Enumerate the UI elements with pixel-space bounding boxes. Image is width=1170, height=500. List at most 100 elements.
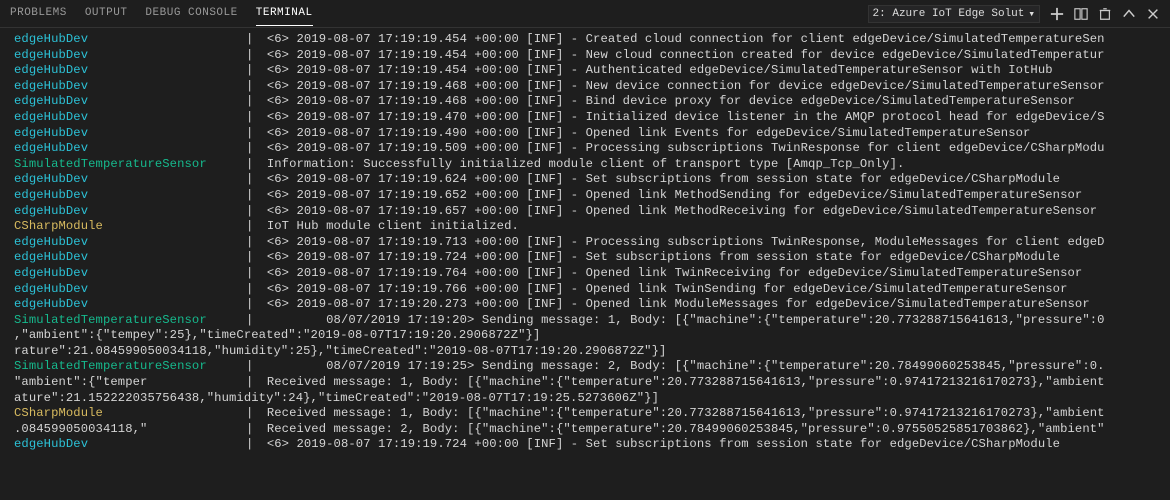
- terminal-line: edgeHubDev| <6> 2019-08-07 17:19:19.624 …: [14, 172, 1156, 188]
- log-message: <6> 2019-08-07 17:19:19.490 +00:00 [INF]…: [267, 126, 1031, 142]
- log-source: edgeHubDev: [14, 94, 246, 110]
- tab-output[interactable]: OUTPUT: [85, 1, 128, 26]
- log-source: edgeHubDev: [14, 250, 246, 266]
- terminal-line: .084599050034118,"| Received message: 2,…: [14, 422, 1156, 438]
- log-source: SimulatedTemperatureSensor: [14, 157, 246, 173]
- log-message: 08/07/2019 17:19:20> Sending message: 1,…: [267, 313, 1105, 329]
- log-message: <6> 2019-08-07 17:19:19.624 +00:00 [INF]…: [267, 172, 1060, 188]
- panel-header: PROBLEMS OUTPUT DEBUG CONSOLE TERMINAL 2…: [0, 0, 1170, 28]
- maximize-panel-icon[interactable]: [1122, 7, 1136, 21]
- log-message: <6> 2019-08-07 17:19:19.509 +00:00 [INF]…: [267, 141, 1105, 157]
- log-source: SimulatedTemperatureSensor: [14, 313, 246, 329]
- terminal-line: edgeHubDev| <6> 2019-08-07 17:19:19.468 …: [14, 94, 1156, 110]
- log-source: edgeHubDev: [14, 48, 246, 64]
- log-message: <6> 2019-08-07 17:19:19.724 +00:00 [INF]…: [267, 437, 1060, 453]
- log-source: edgeHubDev: [14, 172, 246, 188]
- pipe-separator: |: [246, 188, 261, 204]
- log-source: "ambient":{"temper: [14, 375, 246, 391]
- log-message: Received message: 1, Body: [{"machine":{…: [267, 406, 1105, 422]
- terminal-line: edgeHubDev| <6> 2019-08-07 17:19:19.652 …: [14, 188, 1156, 204]
- terminal-line: edgeHubDev| <6> 2019-08-07 17:19:19.454 …: [14, 32, 1156, 48]
- pipe-separator: |: [246, 219, 261, 235]
- log-message: <6> 2019-08-07 17:19:19.657 +00:00 [INF]…: [267, 204, 1097, 220]
- log-message: Information: Successfully initialized mo…: [267, 157, 905, 173]
- terminal-line: CSharpModule| Received message: 1, Body:…: [14, 406, 1156, 422]
- terminal-line: edgeHubDev| <6> 2019-08-07 17:19:19.724 …: [14, 437, 1156, 453]
- log-source: edgeHubDev: [14, 79, 246, 95]
- close-panel-icon[interactable]: [1146, 7, 1160, 21]
- terminal-line: SimulatedTemperatureSensor| 08/07/2019 1…: [14, 359, 1156, 375]
- log-source: edgeHubDev: [14, 235, 246, 251]
- terminal-line: CSharpModule| IoT Hub module client init…: [14, 219, 1156, 235]
- log-message: IoT Hub module client initialized.: [267, 219, 519, 235]
- terminal-line: edgeHubDev| <6> 2019-08-07 17:19:19.490 …: [14, 126, 1156, 142]
- pipe-separator: |: [246, 235, 261, 251]
- terminal-line: ,"ambient":{"tempey":25},"timeCreated":"…: [14, 328, 1156, 344]
- pipe-separator: |: [246, 157, 261, 173]
- pipe-separator: |: [246, 313, 261, 329]
- log-source: edgeHubDev: [14, 110, 246, 126]
- terminal-line: SimulatedTemperatureSensor| 08/07/2019 1…: [14, 313, 1156, 329]
- log-message: <6> 2019-08-07 17:19:19.724 +00:00 [INF]…: [267, 250, 1060, 266]
- terminal-line: ature":21.152222035756438,"humidity":24}…: [14, 391, 1156, 407]
- pipe-separator: |: [246, 79, 261, 95]
- log-message: <6> 2019-08-07 17:19:20.273 +00:00 [INF]…: [267, 297, 1090, 313]
- log-message: <6> 2019-08-07 17:19:19.468 +00:00 [INF]…: [267, 79, 1105, 95]
- log-message: 08/07/2019 17:19:25> Sending message: 2,…: [267, 359, 1105, 375]
- tab-problems[interactable]: PROBLEMS: [10, 1, 67, 26]
- pipe-separator: |: [246, 250, 261, 266]
- terminal-line: edgeHubDev| <6> 2019-08-07 17:19:19.766 …: [14, 282, 1156, 298]
- kill-terminal-icon[interactable]: [1098, 7, 1112, 21]
- log-source: edgeHubDev: [14, 141, 246, 157]
- pipe-separator: |: [246, 32, 261, 48]
- log-source: edgeHubDev: [14, 63, 246, 79]
- log-source: edgeHubDev: [14, 437, 246, 453]
- pipe-separator: |: [246, 422, 261, 438]
- pipe-separator: |: [246, 172, 261, 188]
- terminal-line: edgeHubDev| <6> 2019-08-07 17:19:20.273 …: [14, 297, 1156, 313]
- pipe-separator: |: [246, 63, 261, 79]
- log-message: <6> 2019-08-07 17:19:19.764 +00:00 [INF]…: [267, 266, 1083, 282]
- terminal-line: "ambient":{"temper| Received message: 1,…: [14, 375, 1156, 391]
- log-message: <6> 2019-08-07 17:19:19.454 +00:00 [INF]…: [267, 32, 1105, 48]
- terminal-line: rature":21.084599050034118,"humidity":25…: [14, 344, 1156, 360]
- log-source: edgeHubDev: [14, 188, 246, 204]
- panel-tabs: PROBLEMS OUTPUT DEBUG CONSOLE TERMINAL: [10, 1, 313, 26]
- log-source: edgeHubDev: [14, 32, 246, 48]
- terminal-line: edgeHubDev| <6> 2019-08-07 17:19:19.509 …: [14, 141, 1156, 157]
- log-message: <6> 2019-08-07 17:19:19.713 +00:00 [INF]…: [267, 235, 1105, 251]
- log-source: edgeHubDev: [14, 297, 246, 313]
- terminal-line: edgeHubDev| <6> 2019-08-07 17:19:19.657 …: [14, 204, 1156, 220]
- log-source: edgeHubDev: [14, 126, 246, 142]
- new-terminal-icon[interactable]: [1050, 7, 1064, 21]
- terminal-output[interactable]: edgeHubDev| <6> 2019-08-07 17:19:19.454 …: [0, 28, 1170, 457]
- log-source: SimulatedTemperatureSensor: [14, 359, 246, 375]
- terminal-line: edgeHubDev| <6> 2019-08-07 17:19:19.713 …: [14, 235, 1156, 251]
- log-message: <6> 2019-08-07 17:19:19.652 +00:00 [INF]…: [267, 188, 1083, 204]
- log-message: Received message: 1, Body: [{"machine":{…: [267, 375, 1105, 391]
- pipe-separator: |: [246, 282, 261, 298]
- pipe-separator: |: [246, 94, 261, 110]
- terminal-line: SimulatedTemperatureSensor| Information:…: [14, 157, 1156, 173]
- tab-debug-console[interactable]: DEBUG CONSOLE: [145, 1, 237, 26]
- log-source: CSharpModule: [14, 406, 246, 422]
- terminal-line: edgeHubDev| <6> 2019-08-07 17:19:19.470 …: [14, 110, 1156, 126]
- terminal-selector[interactable]: 2: Azure IoT Edge Solut ▾: [868, 5, 1040, 23]
- log-message: <6> 2019-08-07 17:19:19.766 +00:00 [INF]…: [267, 282, 1068, 298]
- pipe-separator: |: [246, 126, 261, 142]
- terminal-line: edgeHubDev| <6> 2019-08-07 17:19:19.454 …: [14, 48, 1156, 64]
- log-message: <6> 2019-08-07 17:19:19.454 +00:00 [INF]…: [267, 48, 1105, 64]
- split-terminal-icon[interactable]: [1074, 7, 1088, 21]
- log-source: .084599050034118,": [14, 422, 246, 438]
- pipe-separator: |: [246, 437, 261, 453]
- log-message: <6> 2019-08-07 17:19:19.454 +00:00 [INF]…: [267, 63, 1053, 79]
- log-message: Received message: 2, Body: [{"machine":{…: [267, 422, 1105, 438]
- terminal-line: edgeHubDev| <6> 2019-08-07 17:19:19.468 …: [14, 79, 1156, 95]
- pipe-separator: |: [246, 266, 261, 282]
- pipe-separator: |: [246, 375, 261, 391]
- pipe-separator: |: [246, 110, 261, 126]
- tab-terminal[interactable]: TERMINAL: [256, 1, 313, 26]
- pipe-separator: |: [246, 406, 261, 422]
- pipe-separator: |: [246, 204, 261, 220]
- log-message: <6> 2019-08-07 17:19:19.470 +00:00 [INF]…: [267, 110, 1105, 126]
